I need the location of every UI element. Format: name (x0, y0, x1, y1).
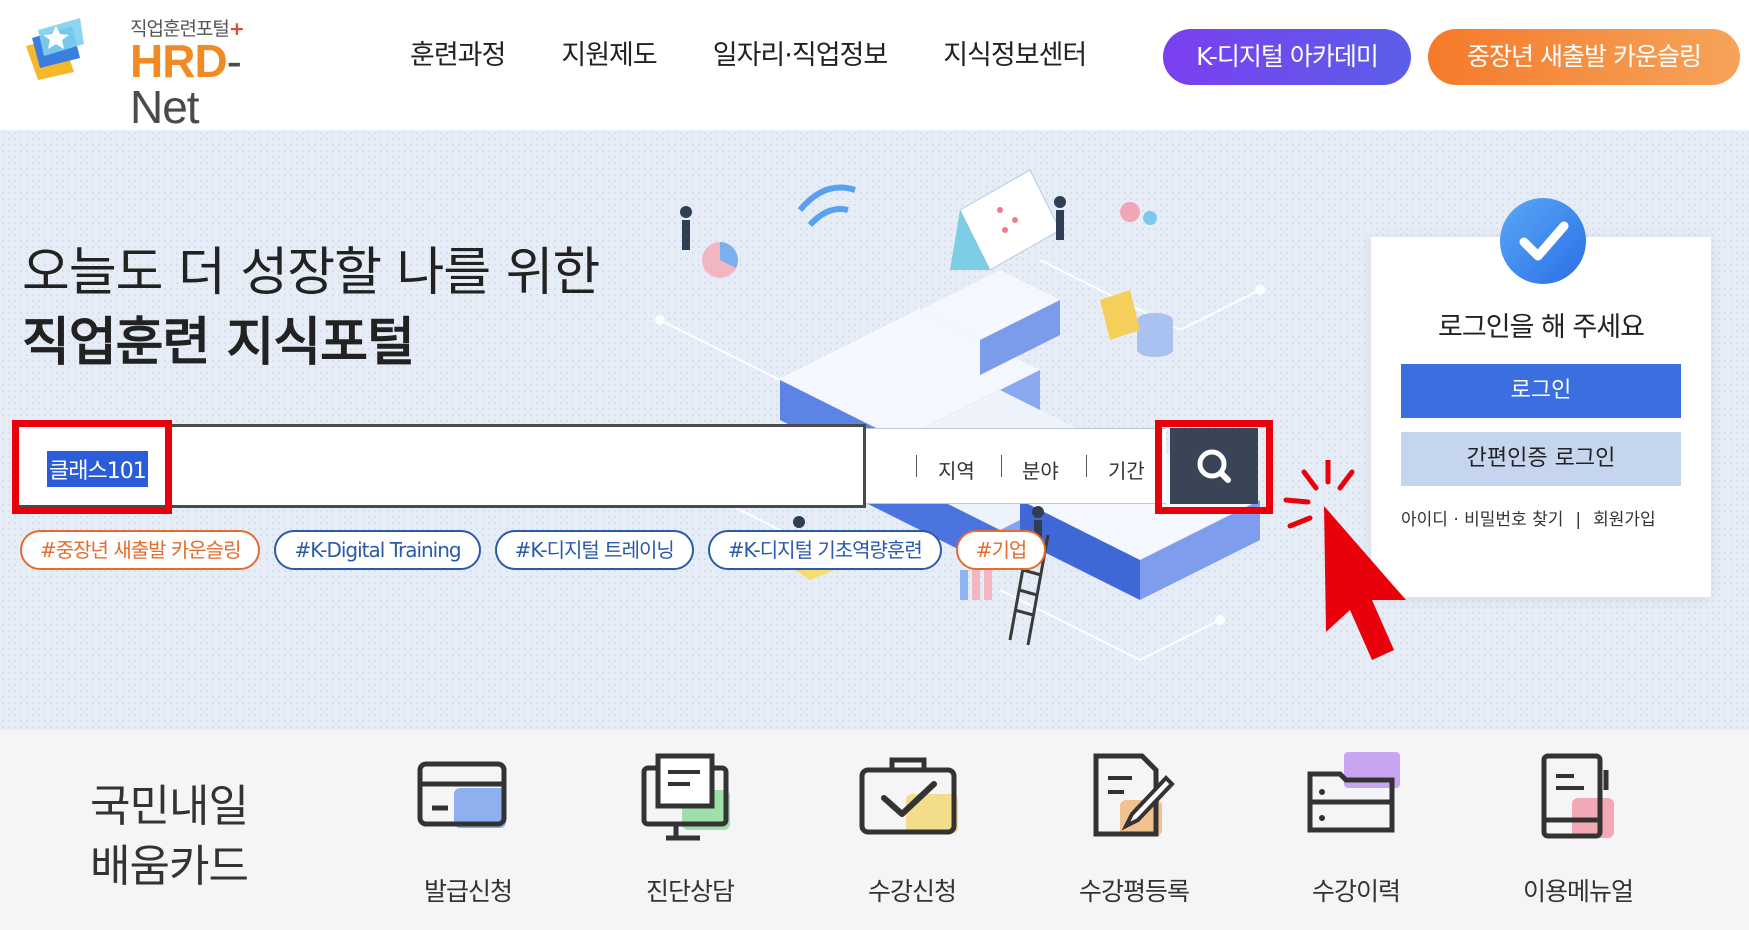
menu-label: 진단상담 (645, 877, 735, 906)
tag-k-digital-training-en[interactable]: #K-Digital Training (274, 530, 481, 570)
logo-hrd-text: HRD (130, 35, 228, 87)
menu-course-history[interactable]: 수강이력 (1266, 750, 1446, 910)
menu-label: 수강평등록 (1078, 877, 1190, 906)
nav-knowledge-center[interactable]: 지식정보센터 (915, 36, 1114, 76)
menu-label: 수강이력 (1311, 877, 1401, 906)
link-separator: | (1575, 510, 1582, 530)
manual-book-icon (1541, 753, 1614, 839)
site-header: 직업훈련포털+ HRD- Net 훈련과정 지원제도 일자리·직업정보 지식정보… (0, 0, 1749, 130)
menu-course-review[interactable]: 수강평등록 (1044, 750, 1224, 910)
login-button[interactable]: 로그인 (1401, 364, 1681, 418)
search-selected-text[interactable]: 클래스101 (47, 451, 148, 487)
main-nav: 훈련과정 지원제도 일자리·직업정보 지식정보센터 (410, 36, 1114, 76)
nav-job-info[interactable]: 일자리·직업정보 (685, 36, 915, 76)
learning-card-title-line1: 국민내일 (90, 781, 249, 832)
nav-training-courses[interactable]: 훈련과정 (410, 36, 533, 76)
menu-label: 이용메뉴얼 (1522, 877, 1634, 906)
check-circle-icon (1500, 198, 1586, 284)
document-pen-icon (1093, 753, 1175, 837)
menu-diagnosis-consulting[interactable]: 진단상담 (600, 750, 780, 910)
hero-headline-line1: 오늘도 더 성장할 나를 위한 (22, 243, 600, 303)
menu-issue-application[interactable]: 발급신청 (378, 750, 558, 910)
menu-course-registration[interactable]: 수강신청 (822, 750, 1002, 910)
tag-k-digital-basic[interactable]: #K-디지털 기초역량훈련 (707, 530, 942, 570)
briefcase-check-icon (859, 757, 958, 835)
tag-midcareer-counseling[interactable]: #중장년 새출발 카운슬링 (20, 530, 261, 570)
hashtag-list: #중장년 새출발 카운슬링 #K-Digital Training #K-디지털… (20, 530, 1047, 570)
filter-divider (916, 455, 917, 477)
hero-section: 오늘도 더 성장할 나를 위한 직업훈련 지식포털 클래스101 지역 분야 기… (0, 130, 1749, 730)
tag-enterprise[interactable]: #기업 (955, 530, 1047, 570)
card-icon (417, 761, 507, 828)
filter-divider (1086, 455, 1087, 477)
learning-card-section: 국민내일 배움카드 발급신청 진단상담 수강신청 수강평등록 수강이력 이용메뉴… (0, 730, 1749, 930)
filter-period[interactable]: 기간 (1108, 455, 1145, 484)
nav-support-system[interactable]: 지원제도 (533, 36, 684, 76)
menu-label: 발급신청 (423, 877, 513, 906)
easy-auth-login-button[interactable]: 간편인증 로그인 (1401, 432, 1681, 486)
menu-user-manual[interactable]: 이용메뉴얼 (1488, 750, 1668, 910)
logo-emblem-icon (26, 18, 84, 80)
search-filters: 지역 분야 기간 (866, 428, 1166, 504)
midcareer-counseling-button[interactable]: 중장년 새출발 카운슬링 (1428, 29, 1740, 85)
k-digital-academy-button[interactable]: K-디지털 아카데미 (1163, 29, 1411, 85)
folder-cabinet-icon (1307, 752, 1400, 833)
monitor-document-icon (641, 753, 730, 841)
click-cursor-icon (1283, 460, 1406, 660)
filter-region[interactable]: 지역 (938, 455, 975, 484)
signup-link[interactable]: 회원가입 (1593, 510, 1656, 530)
tag-k-digital-training-ko[interactable]: #K-디지털 트레이닝 (494, 530, 694, 570)
filter-divider (1001, 455, 1002, 477)
hero-headline-line2: 직업훈련 지식포털 (22, 313, 415, 373)
search-button[interactable] (1170, 428, 1258, 504)
login-title: 로그인을 해 주세요 (1438, 312, 1645, 343)
learning-card-title-line2: 배움카드 (90, 841, 249, 892)
filter-field[interactable]: 분야 (1022, 455, 1059, 484)
hrd-net-logo[interactable]: 직업훈련포털+ HRD- Net (18, 8, 318, 130)
search-box: 클래스101 (14, 424, 866, 508)
login-links: 아이디 · 비밀번호 찾기 | 회원가입 (1401, 505, 1656, 530)
menu-label: 수강신청 (867, 877, 957, 906)
search-icon (1197, 449, 1231, 483)
